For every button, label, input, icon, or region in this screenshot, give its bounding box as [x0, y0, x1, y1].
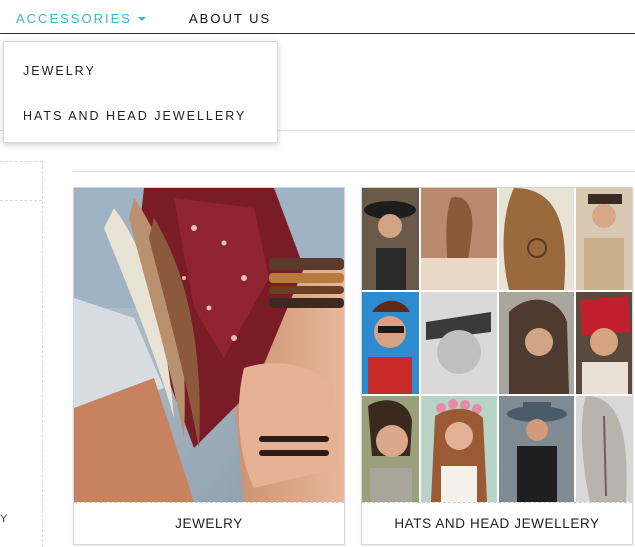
- collage-tile: [576, 292, 632, 394]
- collage-tile: [362, 188, 419, 290]
- collage-tile: [362, 396, 419, 502]
- nav-accessories-label: ACCESSORIES: [16, 11, 132, 26]
- sidebar-text-fragment: Y: [0, 513, 8, 525]
- hats-category-image[interactable]: [362, 188, 632, 502]
- top-navbar: ACCESSORIES ABOUT US: [0, 0, 635, 34]
- collage-tile: [499, 292, 574, 394]
- category-label-hats-head-jewellery[interactable]: HATS AND HEAD JEWELLERY: [362, 502, 632, 545]
- collage-tile: [576, 188, 632, 290]
- dropdown-item-hats-head-jewellery[interactable]: HATS AND HEAD JEWELLERY: [23, 109, 246, 123]
- collage-tile: [421, 292, 497, 394]
- sidebar-header-box: [0, 161, 42, 201]
- jewelry-category-image[interactable]: [74, 188, 344, 502]
- collage-tile: [421, 188, 497, 290]
- collage-tile: [576, 396, 632, 502]
- dropdown-item-jewelry[interactable]: JEWELRY: [23, 64, 96, 78]
- hats-headpieces-collage: [362, 188, 632, 502]
- nav-about-us-label: ABOUT US: [189, 11, 272, 26]
- collage-tile: [362, 292, 419, 394]
- collage-tile: [421, 396, 497, 502]
- left-sidebar: [0, 161, 43, 547]
- feather-bracelet-photo: [74, 188, 344, 502]
- collage-tile: [499, 396, 574, 502]
- caret-down-icon: [137, 16, 146, 21]
- category-card-hats-head-jewellery[interactable]: HATS AND HEAD JEWELLERY: [361, 187, 633, 545]
- nav-about-us[interactable]: ABOUT US: [189, 11, 271, 26]
- nav-accessories[interactable]: ACCESSORIES: [16, 11, 146, 26]
- content-divider: [73, 171, 635, 172]
- accessories-dropdown-menu: JEWELRY HATS AND HEAD JEWELLERY: [3, 41, 278, 143]
- category-card-jewelry[interactable]: JEWELRY: [73, 187, 345, 545]
- collage-tile: [499, 188, 574, 290]
- category-label-jewelry[interactable]: JEWELRY: [74, 502, 344, 545]
